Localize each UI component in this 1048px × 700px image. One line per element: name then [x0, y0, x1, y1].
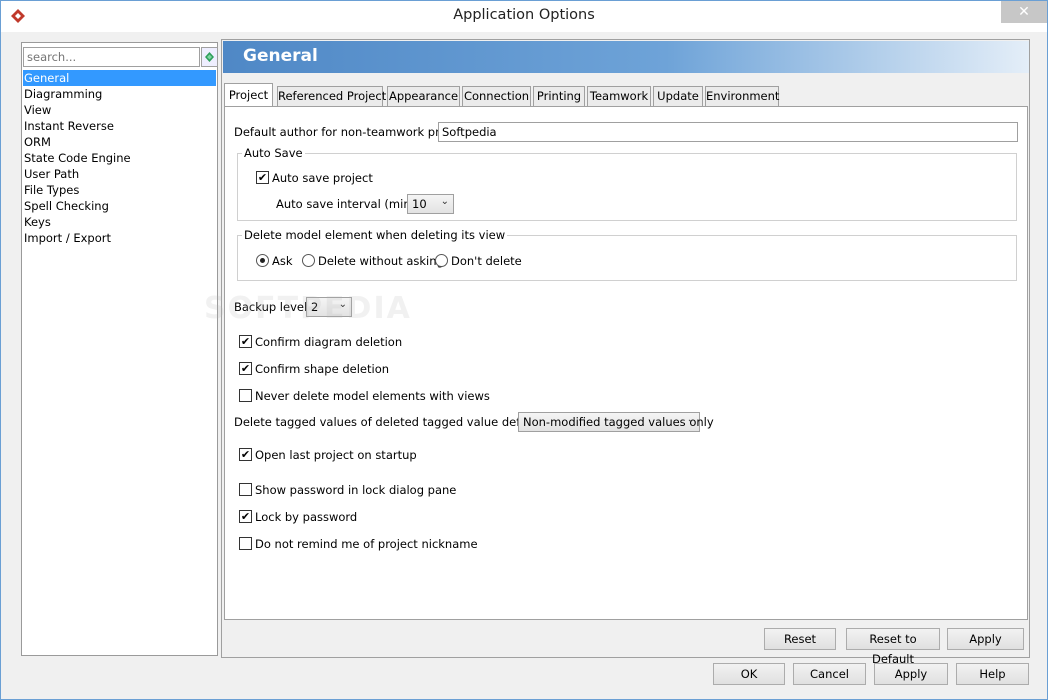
application-options-window: Application Options ✕ GeneralDiagramming…	[0, 0, 1048, 700]
ok-button[interactable]: OK	[713, 663, 785, 685]
ask-radio-label: Ask	[272, 254, 293, 268]
confirm-diagram-checkbox[interactable]: ✔	[239, 335, 252, 348]
chevron-down-icon: ⌄	[440, 196, 449, 207]
panel-apply-button[interactable]: Apply	[947, 628, 1024, 650]
tagged-values-value: Non-modified tagged values only	[523, 415, 714, 429]
options-content-panel: General Project Referenced Project Appea…	[221, 39, 1030, 666]
delete-model-group: Delete model element when deleting its v…	[237, 228, 1017, 281]
open-last-project-checkbox[interactable]: ✔	[239, 448, 252, 461]
show-password-checkbox[interactable]	[239, 483, 252, 496]
sidebar-item-keys[interactable]: Keys	[23, 214, 216, 230]
confirm-shape-checkbox[interactable]: ✔	[239, 362, 252, 375]
sidebar-item-view[interactable]: View	[23, 102, 216, 118]
help-button[interactable]: Help	[956, 663, 1029, 685]
sidebar-item-file-types[interactable]: File Types	[23, 182, 216, 198]
tab-environment[interactable]: Environment	[705, 86, 779, 106]
sidebar-item-general[interactable]: General	[23, 70, 216, 86]
title-bar: Application Options ✕	[1, 1, 1047, 32]
tab-referenced-project[interactable]: Referenced Project	[277, 86, 386, 106]
window-title: Application Options	[453, 7, 595, 23]
default-author-field[interactable]: Softpedia	[438, 122, 1018, 142]
tab-appearance[interactable]: Appearance	[387, 86, 460, 106]
sidebar-item-instant-reverse[interactable]: Instant Reverse	[23, 118, 216, 134]
never-delete-checkbox[interactable]	[239, 389, 252, 402]
lock-by-password-checkbox[interactable]: ✔	[239, 510, 252, 523]
default-author-label: Default author for non-teamwork project:	[234, 125, 472, 139]
show-password-label: Show password in lock dialog pane	[255, 483, 457, 497]
tab-printing[interactable]: Printing	[533, 86, 585, 106]
never-delete-label: Never delete model elements with views	[255, 389, 490, 403]
tab-teamwork[interactable]: Teamwork	[587, 86, 651, 106]
confirm-shape-label: Confirm shape deletion	[255, 362, 390, 376]
delete-model-group-title: Delete model element when deleting its v…	[242, 228, 508, 242]
search-input[interactable]	[23, 47, 200, 67]
auto-save-interval-label: Auto save interval (mins) :	[276, 197, 429, 211]
project-tab-content: Default author for non-teamwork project:…	[224, 106, 1028, 620]
tab-project[interactable]: Project	[224, 83, 273, 106]
close-window-button[interactable]: ✕	[1001, 1, 1047, 23]
dont-delete-radio[interactable]	[435, 254, 448, 267]
sidebar-item-diagramming[interactable]: Diagramming	[23, 86, 216, 102]
no-remind-nickname-checkbox[interactable]	[239, 537, 252, 550]
delete-without-asking-radio[interactable]	[302, 254, 315, 267]
ask-radio[interactable]	[256, 254, 269, 267]
auto-save-group-title: Auto Save	[242, 146, 305, 160]
section-title: General	[243, 46, 318, 66]
confirm-diagram-label: Confirm diagram deletion	[255, 335, 403, 349]
dont-delete-label: Don't delete	[451, 254, 522, 268]
sidebar-item-orm[interactable]: ORM	[23, 134, 216, 150]
no-remind-nickname-label: Do not remind me of project nickname	[255, 537, 478, 551]
sidebar-item-state-code-engine[interactable]: State Code Engine	[23, 150, 216, 166]
tagged-values-select[interactable]: Non-modified tagged values only ⌄	[518, 412, 714, 432]
sidebar-item-spell-checking[interactable]: Spell Checking	[23, 198, 216, 214]
sidebar-item-user-path[interactable]: User Path	[23, 166, 216, 182]
tab-connection[interactable]: Connection	[462, 86, 531, 106]
category-list: General Diagramming View Instant Reverse ORM…	[23, 70, 216, 246]
tab-update[interactable]: Update	[653, 86, 703, 106]
apply-button[interactable]: Apply	[874, 663, 948, 685]
auto-save-checkbox[interactable]: ✔	[256, 171, 269, 184]
softpedia-watermark: SOFTPEDIA	[204, 291, 412, 326]
reset-to-default-button[interactable]: Reset to Default	[846, 628, 940, 666]
delete-without-asking-label: Delete without asking	[318, 254, 444, 268]
options-category-panel: GeneralDiagrammingViewInstant ReverseORM…	[21, 42, 218, 656]
open-last-project-label: Open last project on startup	[255, 448, 417, 462]
auto-save-interval-select[interactable]: 10 ⌄	[407, 194, 454, 214]
auto-save-group: Auto Save ✔ Auto save project Auto save …	[237, 146, 1017, 221]
lock-by-password-label: Lock by password	[255, 510, 358, 524]
search-filter-button[interactable]	[201, 47, 218, 67]
auto-save-label: Auto save project	[272, 171, 373, 185]
chevron-down-icon: ⌄	[686, 414, 695, 425]
auto-save-interval-value: 10	[412, 197, 427, 211]
reset-button[interactable]: Reset	[764, 628, 836, 650]
cancel-button[interactable]: Cancel	[793, 663, 866, 685]
diamond-icon	[205, 52, 214, 62]
sidebar-item-import-export[interactable]: Import / Export	[23, 230, 216, 246]
section-header: General	[223, 41, 1029, 73]
